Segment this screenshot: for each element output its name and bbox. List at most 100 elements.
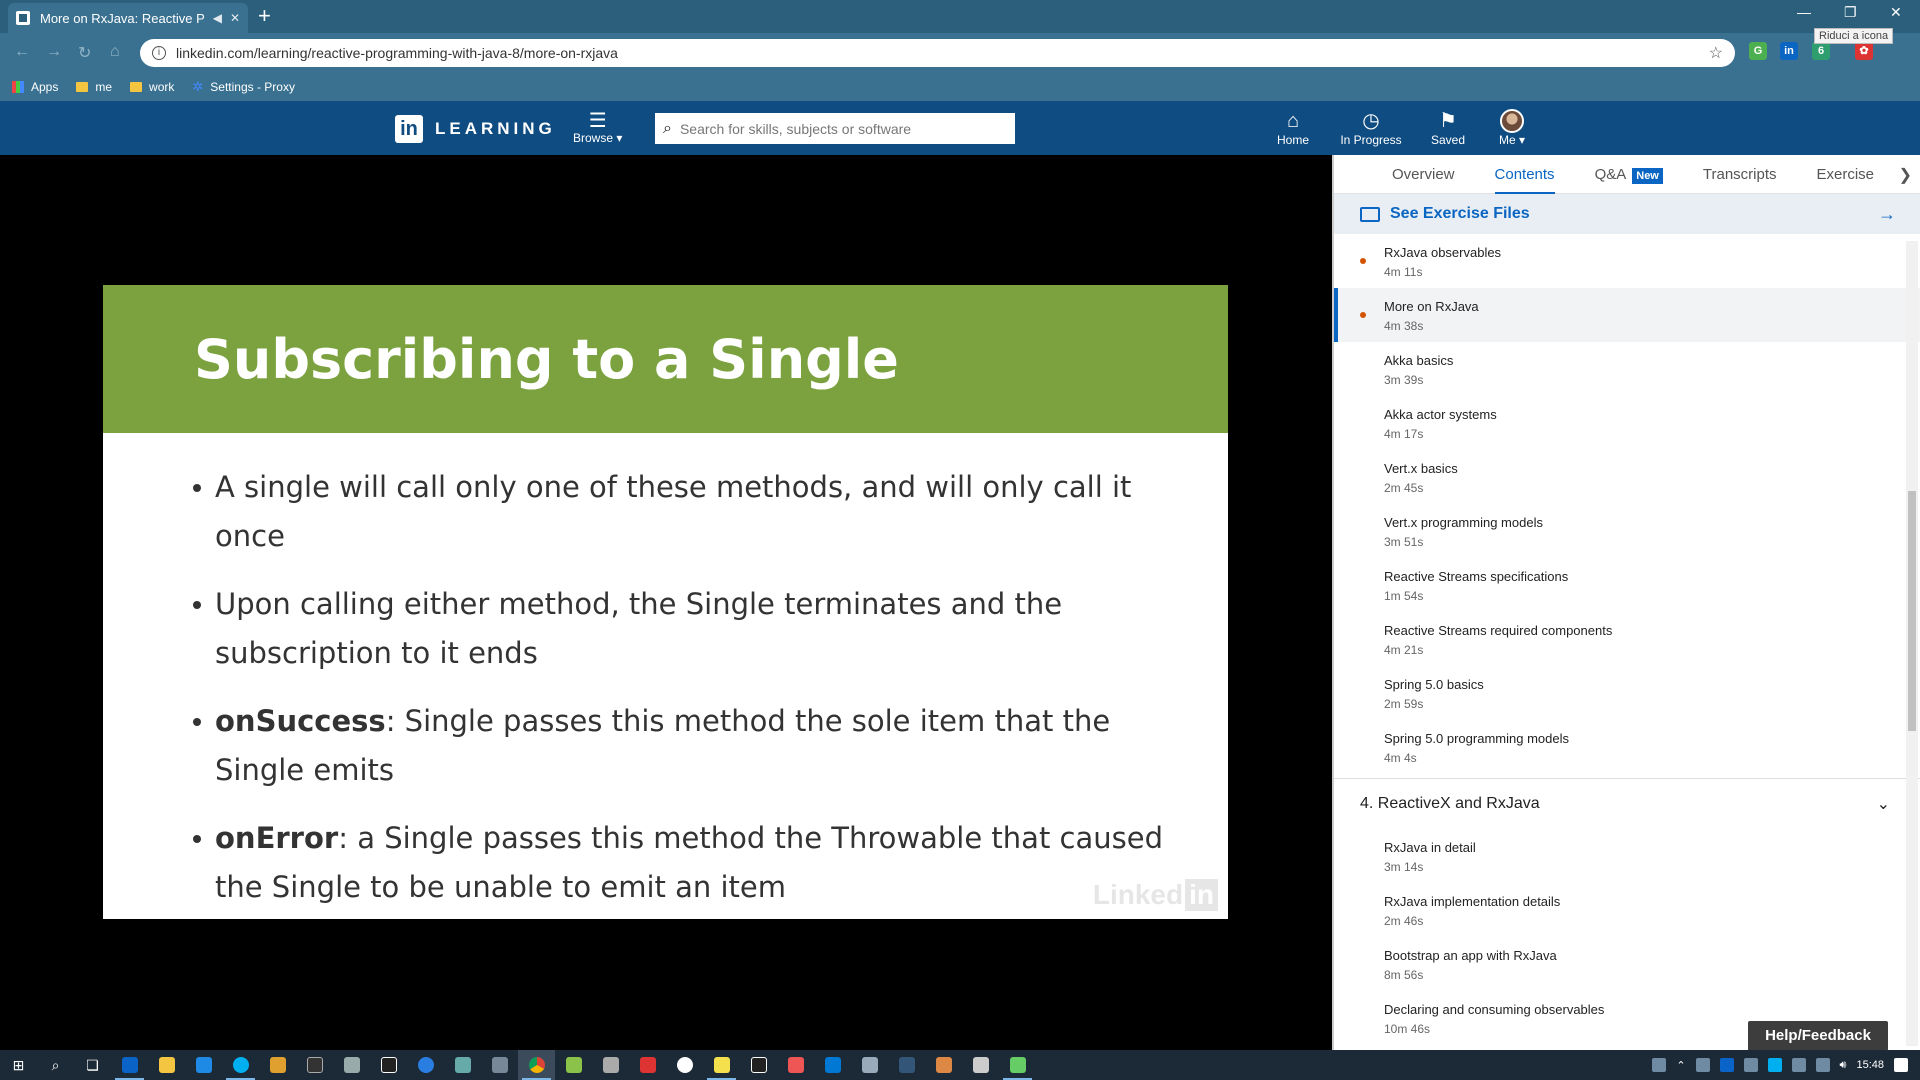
intellij-icon[interactable] <box>370 1050 407 1080</box>
volume-icon[interactable]: 🔊︎ <box>1840 1059 1847 1072</box>
slide-bullet: Upon calling either method, the Single t… <box>193 580 1168 678</box>
app-icon[interactable] <box>259 1050 296 1080</box>
forward-icon[interactable]: → <box>46 43 62 61</box>
list-item[interactable]: Akka basics 3m 39s <box>1334 342 1920 396</box>
speaker-icon[interactable]: ◀ <box>213 11 222 25</box>
task-view-icon[interactable]: ❏ <box>74 1050 111 1080</box>
intellij-icon[interactable] <box>740 1050 777 1080</box>
nav-in-progress[interactable]: ◷ In Progress <box>1336 109 1406 147</box>
video-player[interactable]: Subscribing to a Single A single will ca… <box>0 155 1332 1050</box>
outlook-icon[interactable] <box>111 1050 148 1080</box>
vscode-icon[interactable] <box>814 1050 851 1080</box>
edge-icon[interactable] <box>185 1050 222 1080</box>
new-tab-button[interactable]: + <box>258 4 271 28</box>
bookmark-me[interactable]: me <box>76 80 112 94</box>
list-item[interactable]: Spring 5.0 programming models 4m 4s <box>1334 720 1920 774</box>
list-item[interactable]: RxJava implementation details 2m 46s <box>1334 883 1920 937</box>
chapter-header[interactable]: 4. ReactiveX and RxJava ⌄ <box>1334 779 1920 829</box>
list-item[interactable]: Spring 5.0 basics 2m 59s <box>1334 666 1920 720</box>
tab-transcripts[interactable]: Transcripts <box>1683 155 1797 194</box>
info-icon[interactable]: i <box>152 46 166 60</box>
app-icon[interactable] <box>888 1050 925 1080</box>
skype-icon[interactable] <box>222 1050 259 1080</box>
search-icon[interactable]: ⌕ <box>37 1050 74 1080</box>
bookmark-work[interactable]: work <box>130 80 174 94</box>
app-icon[interactable] <box>592 1050 629 1080</box>
list-item[interactable]: RxJava observables 4m 11s <box>1334 234 1920 288</box>
help-feedback-button[interactable]: Help/Feedback <box>1748 1021 1888 1051</box>
chevron-down-icon[interactable]: ⌄ <box>1877 794 1890 814</box>
list-icon: ☰ <box>588 110 607 132</box>
list-item[interactable]: Vert.x programming models 3m 51s <box>1334 504 1920 558</box>
nav-home[interactable]: ⌂ Home <box>1258 109 1328 147</box>
app-icon[interactable] <box>629 1050 666 1080</box>
panel-scrollbar[interactable] <box>1906 241 1918 1046</box>
file-explorer-icon[interactable] <box>148 1050 185 1080</box>
app-icon[interactable] <box>851 1050 888 1080</box>
see-exercise-files-link[interactable]: See Exercise Files → <box>1334 194 1920 234</box>
slide-title: Subscribing to a Single <box>194 327 899 391</box>
extension-icon[interactable]: G <box>1749 42 1767 60</box>
list-item[interactable]: Akka actor systems 4m 17s <box>1334 396 1920 450</box>
address-bar[interactable]: i linkedin.com/learning/reactive-program… <box>140 39 1735 67</box>
nav-saved[interactable]: ⚑ Saved <box>1413 109 1483 147</box>
tray-app-icon[interactable] <box>1743 1058 1758 1072</box>
restore-button[interactable]: ❐ <box>1844 4 1857 21</box>
list-item[interactable]: Vert.x basics 2m 45s <box>1334 450 1920 504</box>
close-window-button[interactable]: ✕ <box>1890 4 1902 21</box>
app-icon[interactable] <box>925 1050 962 1080</box>
chrome-icon[interactable] <box>518 1050 555 1080</box>
outlook-tray-icon[interactable] <box>1719 1058 1734 1072</box>
list-item[interactable]: Bootstrap an app with RxJava 8m 56s <box>1334 937 1920 991</box>
app-icon[interactable] <box>962 1050 999 1080</box>
virtualbox-icon[interactable] <box>444 1050 481 1080</box>
tray-app-icon[interactable] <box>1791 1058 1806 1072</box>
minimize-button[interactable]: — <box>1797 4 1811 20</box>
notepad-icon[interactable] <box>999 1050 1036 1080</box>
sticky-notes-icon[interactable] <box>703 1050 740 1080</box>
back-icon[interactable]: ← <box>14 43 30 61</box>
bookmark-apps[interactable]: Apps <box>12 80 58 94</box>
linkedin-learning-logo[interactable]: in LEARNING <box>395 115 556 143</box>
list-item[interactable]: Reactive Streams specifications 1m 54s <box>1334 558 1920 612</box>
app-icon[interactable] <box>777 1050 814 1080</box>
tab-contents[interactable]: Contents <box>1475 155 1575 194</box>
linkedin-extension-icon[interactable]: in <box>1780 42 1798 60</box>
people-icon[interactable] <box>1652 1058 1667 1072</box>
list-item[interactable]: Reactive Streams required components 4m 2… <box>1334 612 1920 666</box>
browse-menu[interactable]: ☰ Browse ▾ <box>573 111 622 145</box>
list-item-current[interactable]: More on RxJava 4m 38s <box>1334 288 1920 342</box>
home-icon[interactable]: ⌂ <box>110 43 120 61</box>
tab-qa[interactable]: Q&A New <box>1575 155 1683 194</box>
slide-bullets: A single will call only one of these met… <box>103 433 1228 912</box>
app-icon[interactable] <box>555 1050 592 1080</box>
search-input[interactable]: ⌕ Search for skills, subjects or softwar… <box>655 113 1015 144</box>
app-icon[interactable] <box>407 1050 444 1080</box>
browser-tab[interactable]: More on RxJava: Reactive Pr ◀ ✕ <box>8 3 248 33</box>
chevron-right-icon[interactable]: ❯ <box>1899 165 1912 185</box>
nav-me[interactable]: Me ▾ <box>1477 109 1547 147</box>
chevron-up-icon[interactable]: ⌃ <box>1676 1059 1685 1072</box>
address-url: linkedin.com/learning/reactive-programmi… <box>176 45 618 61</box>
network-icon[interactable] <box>1815 1058 1830 1072</box>
notifications-icon[interactable] <box>1894 1058 1908 1072</box>
extension-badge-icon[interactable]: 6 <box>1812 42 1830 60</box>
extension-icon[interactable]: ✿ <box>1855 42 1873 60</box>
terminal-icon[interactable] <box>296 1050 333 1080</box>
close-tab-icon[interactable]: ✕ <box>230 11 240 25</box>
bookmark-settings-proxy[interactable]: ✲ Settings - Proxy <box>192 79 295 95</box>
tray-app-icon[interactable] <box>1695 1058 1710 1072</box>
folder-icon <box>76 82 89 92</box>
star-icon[interactable]: ☆ <box>1709 43 1723 63</box>
skype-tray-icon[interactable] <box>1767 1058 1782 1072</box>
clock[interactable]: 15:48 <box>1856 1059 1884 1071</box>
windows-start-icon[interactable]: ⊞ <box>0 1050 37 1080</box>
app-icon[interactable] <box>481 1050 518 1080</box>
list-item[interactable]: RxJava in detail 3m 14s <box>1334 829 1920 883</box>
scrollbar-thumb[interactable] <box>1908 491 1916 731</box>
tab-overview[interactable]: Overview <box>1372 155 1475 194</box>
minimize-tooltip: Riduci a icona <box>1814 28 1894 44</box>
reload-icon[interactable]: ↻ <box>78 43 91 63</box>
app-icon[interactable] <box>666 1050 703 1080</box>
app-icon[interactable] <box>333 1050 370 1080</box>
